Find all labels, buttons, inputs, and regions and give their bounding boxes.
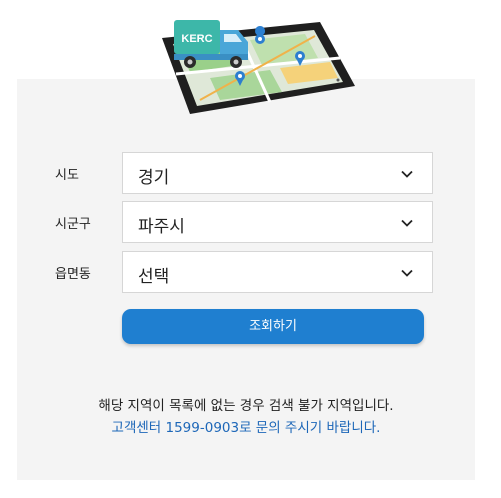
notice-contact-center: 고객센터 1599-0903로 문의 주시기 바랍니다. bbox=[111, 420, 381, 436]
sigungu-selected-value: 파주시 bbox=[138, 217, 185, 237]
delivery-tablet-illustration: KERC bbox=[162, 20, 355, 114]
chevron-down-icon bbox=[401, 269, 413, 277]
sido-select[interactable]: 경기 bbox=[122, 152, 433, 194]
eupmyeondong-selected-value: 선택 bbox=[138, 267, 170, 287]
sido-selected-value: 경기 bbox=[138, 168, 170, 188]
sigungu-label: 시군구 bbox=[55, 217, 91, 232]
search-panel: 시도 경기 시군구 파주시 읍면동 선택 조회하기 해당 지역이 목록에 없는 … bbox=[17, 79, 475, 480]
chevron-down-icon bbox=[401, 219, 413, 227]
form-row-sigungu: 시군구 파주시 bbox=[17, 201, 475, 245]
sido-label: 시도 bbox=[55, 168, 79, 183]
eupmyeondong-label: 읍면동 bbox=[55, 267, 91, 282]
notice-unavailable-region: 해당 지역이 목록에 없는 경우 검색 불가 지역입니다. bbox=[98, 398, 394, 414]
sigungu-select[interactable]: 파주시 bbox=[122, 201, 433, 243]
search-submit-button[interactable]: 조회하기 bbox=[122, 309, 424, 344]
region-search-page: 시도 경기 시군구 파주시 읍면동 선택 조회하기 해당 지역이 목록에 없는 … bbox=[0, 0, 501, 498]
chevron-down-icon bbox=[401, 170, 413, 178]
kerc-badge-text: KERC bbox=[181, 33, 212, 45]
form-row-eupmyeondong: 읍면동 선택 bbox=[17, 251, 475, 295]
eupmyeondong-select[interactable]: 선택 bbox=[122, 251, 433, 293]
form-row-sido: 시도 경기 bbox=[17, 152, 475, 196]
